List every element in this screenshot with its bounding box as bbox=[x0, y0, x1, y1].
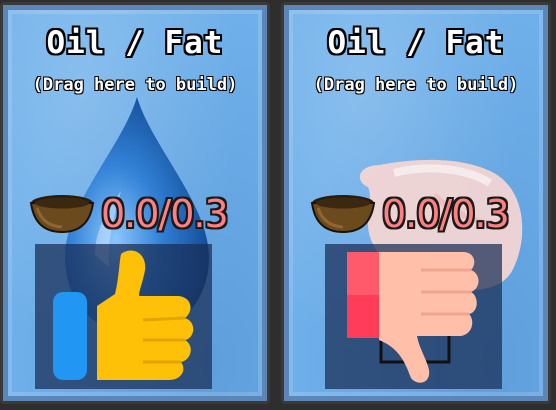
bowl-icon bbox=[310, 195, 376, 234]
resource-amount: 0.0/0.3 bbox=[382, 192, 510, 236]
oil-fat-build-card[interactable]: Oil / Fat (Drag here to build) 0.0/0.3 bbox=[0, 2, 270, 404]
card-subtitle: (Drag here to build) bbox=[313, 75, 519, 95]
card-title: Oil / Fat bbox=[327, 25, 505, 61]
card-subtitle: (Drag here to build) bbox=[32, 75, 238, 95]
bowl-icon bbox=[29, 195, 95, 234]
resource-counter: 0.0/0.3 bbox=[310, 189, 510, 239]
oil-fat-build-card[interactable]: Oil / Fat (Drag here to build) 0.0/0.3 bbox=[281, 2, 551, 404]
thumbs-up-icon bbox=[53, 250, 194, 380]
thumbs-down-icon bbox=[347, 252, 479, 383]
resource-counter: 0.0/0.3 bbox=[29, 189, 229, 239]
card-title: Oil / Fat bbox=[46, 25, 224, 61]
approval-indicator bbox=[35, 244, 212, 389]
resource-amount: 0.0/0.3 bbox=[101, 192, 229, 236]
approval-indicator bbox=[325, 244, 502, 389]
